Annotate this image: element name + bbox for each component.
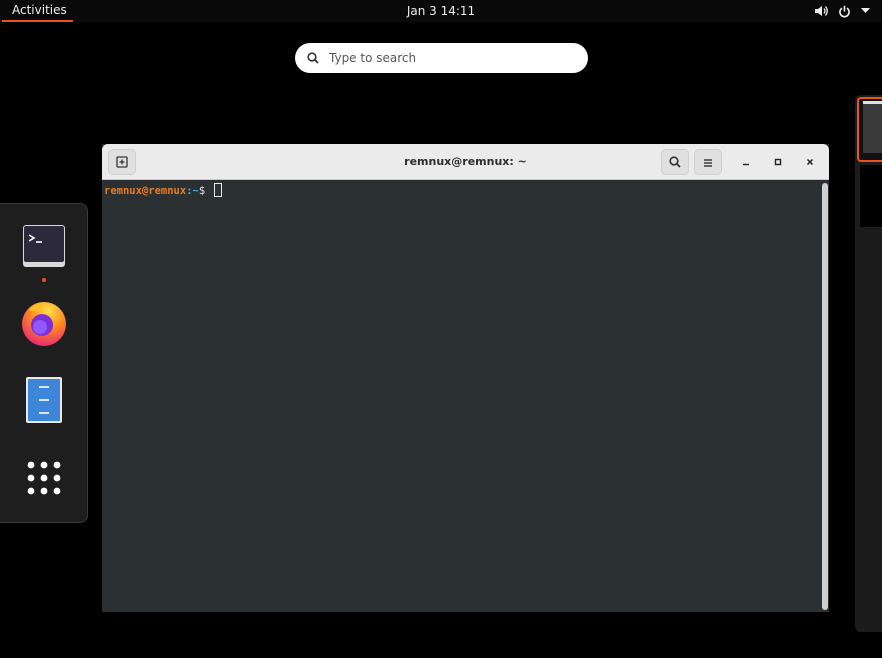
maximize-icon: [774, 155, 782, 169]
hamburger-menu-icon: [703, 153, 713, 172]
workspace-window-preview: [863, 101, 882, 153]
text-cursor: [213, 183, 222, 197]
dock-item-files[interactable]: [18, 376, 70, 428]
terminal-icon: [21, 223, 67, 273]
files-icon: [24, 375, 64, 429]
app-grid-icon: [25, 459, 63, 501]
close-button[interactable]: [800, 152, 820, 172]
close-icon: [806, 155, 814, 169]
running-indicator: [42, 278, 46, 282]
terminal-menu-button[interactable]: [694, 149, 722, 175]
top-bar: Activities Jan 3 14:11: [0, 0, 882, 22]
terminal-search-button[interactable]: [661, 149, 689, 175]
search-box[interactable]: Type to search: [295, 43, 588, 73]
prompt-symbol: $: [198, 185, 206, 197]
menu-arrow-icon[interactable]: [861, 8, 870, 14]
minimize-button[interactable]: [736, 152, 756, 172]
search-input[interactable]: Type to search: [329, 51, 416, 65]
prompt-path: :~: [186, 185, 199, 197]
terminal-titlebar[interactable]: remnux@remnux: ~: [102, 144, 829, 180]
search-icon: [669, 153, 681, 172]
firefox-icon: [19, 297, 69, 351]
minimize-icon: [742, 155, 750, 169]
dock-item-firefox[interactable]: [18, 298, 70, 350]
volume-icon[interactable]: [814, 5, 828, 17]
dock-item-terminal[interactable]: [18, 222, 70, 274]
terminal-content[interactable]: remnux@remnux:~$: [102, 181, 829, 612]
search-icon: [307, 52, 319, 64]
show-applications-button[interactable]: [18, 454, 70, 506]
workspace-thumbnail-empty[interactable]: [860, 165, 882, 227]
maximize-button[interactable]: [768, 152, 788, 172]
clock[interactable]: Jan 3 14:11: [0, 0, 882, 22]
terminal-window[interactable]: remnux@remnux: ~ remnux@remnux:~$: [102, 144, 829, 612]
terminal-scrollbar[interactable]: [822, 183, 828, 610]
dash-dock: [0, 203, 88, 523]
power-icon[interactable]: [838, 5, 851, 18]
system-menu[interactable]: [814, 0, 870, 22]
prompt-user-host: remnux@remnux: [104, 185, 187, 197]
